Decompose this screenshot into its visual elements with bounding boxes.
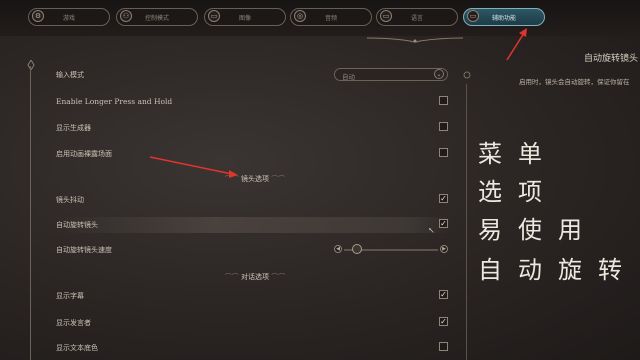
gamepad-icon: ⚙ [32,10,44,22]
setting-label: 输入模式 [56,71,84,79]
dialog-section-header: ⌒⌒ 对话选项 ⌒⌒ [190,272,320,282]
setting-auto-rotate: 自动旋转镜头 ✓ [56,217,450,233]
tab-language[interactable]: ▭ 语言 [376,8,458,26]
setting-auto-rotate-speed: 自动旋转镜头速度 ◀ ▶ [56,242,450,258]
setting-label: 自动旋转镜头速度 [56,246,112,254]
language-icon: ▭ [380,10,392,22]
input-mode-dropdown[interactable]: 自动 ⌄ [334,68,448,81]
setting-label: 显示文本底色 [56,344,98,352]
left-rail [30,66,31,360]
tab-label: 辅助功能 [491,14,516,22]
auto-rotate-speed-slider[interactable]: ◀ ▶ [334,244,448,255]
tab-label: 控制模式 [144,14,169,22]
setting-show-generator: 显示生成器 [56,120,450,136]
section-ornament-right: ⌒⌒ [271,273,286,281]
setting-camera-shake: 镜头抖动 ✓ [56,192,450,208]
slider-left-arrow-icon[interactable]: ◀ [334,245,342,253]
setting-label: 启用动画裸露场面 [56,150,112,158]
red-arrow-to-tab [506,32,525,61]
setting-label: 自动旋转镜头 [56,221,98,229]
controls-icon: ⚇ [120,10,132,22]
setting-show-subtitles: 显示字幕 ✓ [56,288,450,304]
tab-game[interactable]: ⚙ 游戏 [28,8,110,26]
camera-section-header: ⌒⌒ 镜头选项 ⌒⌒ [190,174,320,184]
show-subtitles-checkbox[interactable]: ✓ [439,290,448,299]
audio-icon: ◎ [294,10,306,22]
setting-show-text-bg: 显示文本底色 [56,340,450,356]
section-ornament-right: ⌒⌒ [271,175,286,183]
show-generator-checkbox[interactable] [439,122,448,131]
tab-label: 图像 [238,14,251,22]
description-title: 自动旋转镜头 [584,54,639,64]
tab-label: 语言 [410,14,423,22]
slider-right-arrow-icon[interactable]: ▶ [440,245,448,253]
section-ornament-left: ⌒⌒ [224,175,239,183]
tab-label: 音频 [324,14,337,22]
left-rail-ornament [27,60,35,70]
camera-shake-checkbox[interactable]: ✓ [439,194,448,203]
setting-label: Enable Longer Press and Hold [56,97,173,106]
section-title: 对话选项 [241,273,269,281]
tab-accessibility[interactable]: ▭ 辅助功能 [463,8,545,26]
overlay-caption-line: 自动旋转 [478,256,638,284]
auto-rotate-checkbox[interactable]: ✓ [439,219,448,228]
chevron-down-icon: ⌄ [434,69,444,79]
longer-press-checkbox[interactable] [439,96,448,105]
right-rail [466,84,467,360]
slider-knob[interactable] [352,244,363,254]
tab-controls[interactable]: ⚇ 控制模式 [116,8,198,26]
overlay-caption-line: 易使用 [478,216,598,244]
mouse-cursor-icon: ↖ [428,226,435,235]
setting-longer-press: Enable Longer Press and Hold [56,94,450,110]
overlay-caption-line: 菜单 [478,140,558,168]
setting-show-speaker: 显示发言者 ✓ [56,315,450,331]
accessibility-icon: ▭ [467,10,479,22]
setting-label: 显示生成器 [56,124,91,132]
setting-label: 镜头抖动 [56,196,84,204]
tab-label: 游戏 [62,14,75,22]
setting-enable-animation: 启用动画裸露场面 [56,146,450,162]
tab-audio[interactable]: ◎ 音频 [290,8,372,26]
header-ornament [366,37,464,43]
setting-label: 显示发言者 [56,319,91,327]
dropdown-value: 自动 [342,73,355,81]
enable-animation-checkbox[interactable] [439,148,448,157]
section-title: 镜头选项 [241,175,269,183]
setting-label: 显示字幕 [56,292,84,300]
overlay-caption-line: 选项 [478,178,558,206]
tab-graphics[interactable]: ▭ 图像 [204,8,286,26]
setting-input-mode: 输入模式 自动 ⌄ [56,67,450,83]
show-speaker-checkbox[interactable]: ✓ [439,317,448,326]
section-ornament-left: ⌒⌒ [224,273,239,281]
right-rail-ornament [463,71,471,79]
description-text: 启用时，镜头会自动旋转，保证你留在 [519,78,630,86]
show-text-bg-checkbox[interactable] [439,342,448,351]
display-icon: ▭ [208,10,220,22]
